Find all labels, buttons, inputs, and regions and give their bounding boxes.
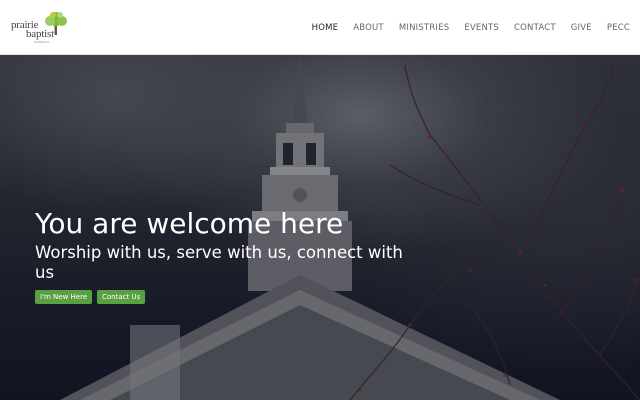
logo-subtext: CHURCH: [34, 40, 49, 44]
nav-item-give[interactable]: GIVE: [571, 23, 592, 33]
nav-item-pecc[interactable]: PECC: [607, 23, 630, 33]
nav-item-events[interactable]: EVENTS: [464, 23, 499, 33]
hero-subtitle: Worship with us, serve with us, connect …: [35, 243, 403, 282]
nav-item-about[interactable]: ABOUT: [353, 23, 384, 33]
site-header: prairie baptist CHURCH HOME ABOUT MINIST…: [0, 0, 640, 55]
nav-item-home[interactable]: HOME: [312, 23, 339, 33]
new-here-button[interactable]: I'm New Here: [35, 290, 93, 304]
hero-title: You are welcome here: [35, 207, 344, 240]
hero-section: You are welcome here Worship with us, se…: [0, 55, 640, 400]
logo-text-line2: baptist: [26, 28, 54, 40]
site-logo[interactable]: prairie baptist CHURCH: [10, 8, 74, 48]
nav-item-ministries[interactable]: MINISTRIES: [399, 23, 449, 33]
contact-us-button[interactable]: Contact Us: [97, 290, 146, 304]
nav-item-contact[interactable]: CONTACT: [514, 23, 556, 33]
main-nav: HOME ABOUT MINISTRIES EVENTS CONTACT GIV…: [312, 0, 630, 55]
